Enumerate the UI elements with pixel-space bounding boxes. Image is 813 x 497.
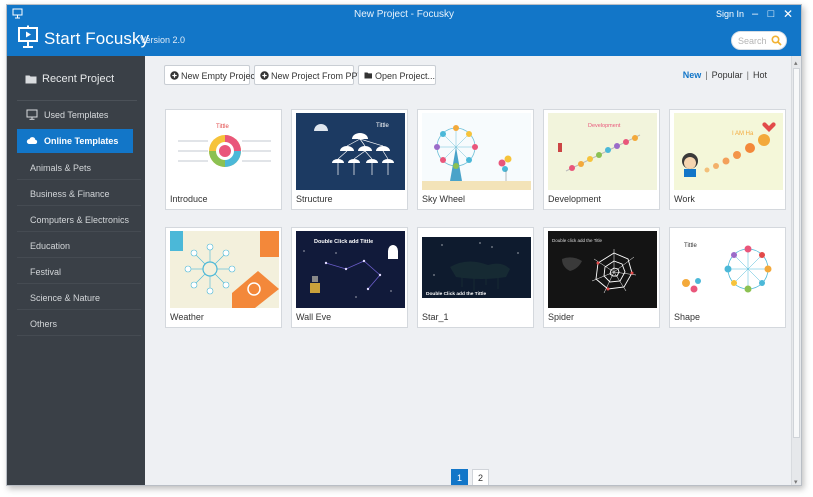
category-label: Education: [30, 241, 71, 251]
template-card-star-1[interactable]: Double Click add the Tittle Star_1: [417, 227, 534, 328]
page-button-2[interactable]: 2: [472, 469, 489, 485]
template-card-sky-wheel[interactable]: Sky Wheel: [417, 109, 534, 210]
search-input[interactable]: [738, 34, 770, 48]
thumb-title: Double click add the Title: [552, 238, 603, 243]
template-card-weather[interactable]: Weather: [165, 227, 282, 328]
close-button[interactable]: ✕: [781, 7, 795, 21]
sign-in-link[interactable]: Sign In: [716, 9, 744, 19]
category-item-others[interactable]: Others: [17, 310, 141, 336]
folder-icon: [25, 75, 37, 84]
category-item-computers-electronics[interactable]: Computers & Electronics: [17, 206, 141, 232]
category-item-science-nature[interactable]: Science & Nature: [17, 284, 141, 310]
open-project-button[interactable]: Open Project...: [358, 65, 436, 85]
open-folder-icon: [364, 72, 372, 79]
template-thumbnail: Tittle: [170, 113, 279, 190]
category-label: Festival: [30, 267, 62, 277]
main-content: New Empty Project New Project From PPT O…: [145, 56, 793, 485]
maximize-button[interactable]: □: [764, 7, 778, 21]
category-label: Others: [30, 319, 58, 329]
focusky-window: New Project - Focusky Sign In – □ ✕ Star…: [6, 4, 802, 486]
filter-separator: |: [705, 70, 708, 80]
thumb-title: Tittle: [216, 124, 229, 130]
monitor-icon: [26, 109, 38, 120]
template-thumbnail: I AM Ha: [674, 113, 783, 190]
search-icon[interactable]: [771, 35, 782, 46]
template-name: Spider: [548, 312, 575, 322]
template-thumbnail: Double click add the Title: [548, 231, 657, 308]
plus-circle-icon: [170, 71, 179, 80]
template-card-wall-eve[interactable]: Double Click add Tittle Wall Eve: [291, 227, 408, 328]
filter-popular[interactable]: Popular: [712, 70, 743, 80]
template-card-shape[interactable]: Tittle Shape: [669, 227, 786, 328]
template-card-work[interactable]: I AM Ha Work: [669, 109, 786, 210]
template-name: Wall Eve: [296, 312, 332, 322]
category-label: Science & Nature: [30, 293, 101, 303]
category-item-business-finance[interactable]: Business & Finance: [17, 180, 141, 206]
template-card-introduce[interactable]: Tittle Introduce: [165, 109, 282, 210]
template-name: Introduce: [170, 194, 208, 204]
new-project-from-ppt-button[interactable]: New Project From PPT: [254, 65, 363, 85]
header-bar: New Project - Focusky Sign In – □ ✕ Star…: [7, 5, 801, 56]
sidebar: Recent Project Used Templates Online Tem…: [7, 56, 145, 485]
minimize-button[interactable]: –: [748, 7, 762, 21]
sidebar-item-used-templates[interactable]: Used Templates: [17, 103, 133, 127]
new-empty-project-button[interactable]: New Empty Project: [164, 65, 258, 85]
sidebar-divider: [17, 100, 137, 101]
template-thumbnail: [422, 113, 531, 190]
category-label: Computers & Electronics: [30, 215, 130, 225]
sort-filter: New | Popular | Hot: [683, 70, 767, 80]
template-thumbnail: Tittle: [674, 231, 783, 308]
vertical-scrollbar[interactable]: ▴ ▾: [791, 56, 801, 485]
search-box: [731, 31, 787, 50]
template-card-spider[interactable]: Double click add the Title Spider: [543, 227, 660, 328]
category-item-animals-pets[interactable]: Animals & Pets: [17, 154, 141, 180]
button-label: Open Project...: [375, 71, 436, 81]
template-name: Work: [674, 194, 695, 204]
template-name: Structure: [296, 194, 333, 204]
filter-hot[interactable]: Hot: [753, 70, 767, 80]
page-button-1[interactable]: 1: [451, 469, 468, 485]
template-name: Shape: [674, 312, 701, 322]
sidebar-item-online-templates[interactable]: Online Templates: [17, 129, 133, 153]
template-name: Development: [548, 194, 602, 204]
template-name: Weather: [170, 312, 204, 322]
button-label: New Project From PPT: [271, 71, 364, 81]
filter-separator: |: [746, 70, 749, 80]
template-thumbnail: Development: [548, 113, 657, 190]
thumb-title: Tittle: [376, 123, 389, 129]
category-item-education[interactable]: Education: [17, 232, 141, 258]
cloud-icon: [26, 137, 38, 144]
thumb-title: Tittle: [684, 243, 697, 249]
template-thumbnail: Tittle: [296, 113, 405, 190]
template-thumbnail: [170, 231, 279, 308]
template-thumbnail: Double Click add Tittle: [296, 231, 405, 308]
thumb-title: I AM Ha: [732, 131, 754, 137]
thumb-title: Double Click add the Tittle: [426, 291, 486, 297]
template-card-structure[interactable]: Tittle Structure: [291, 109, 408, 210]
scroll-down-arrow-icon[interactable]: ▾: [794, 478, 800, 485]
sidebar-item-label: Used Templates: [44, 110, 109, 120]
template-thumbnail: Double Click add the Tittle: [422, 231, 531, 308]
presentation-board-icon: [18, 25, 38, 48]
template-card-development[interactable]: Development Development: [543, 109, 660, 210]
brand-name: Start Focusky: [44, 29, 150, 48]
window-title: New Project - Focusky: [353, 9, 455, 20]
thumb-title: Double Click add Tittle: [314, 239, 373, 245]
plus-circle-icon: [260, 71, 269, 80]
filter-new[interactable]: New: [683, 70, 702, 80]
recent-project-item[interactable]: Recent Project: [7, 66, 145, 92]
category-label: Animals & Pets: [30, 163, 92, 173]
scroll-up-arrow-icon[interactable]: ▴: [794, 59, 800, 67]
button-label: New Empty Project: [181, 71, 258, 81]
category-label: Business & Finance: [30, 189, 110, 199]
category-item-festival[interactable]: Festival: [17, 258, 141, 284]
title-bar: New Project - Focusky Sign In – □ ✕: [7, 5, 801, 23]
template-name: Sky Wheel: [422, 194, 466, 204]
sidebar-item-label: Online Templates: [44, 136, 119, 146]
thumb-title: Development: [588, 123, 621, 129]
recent-project-label: Recent Project: [42, 73, 115, 85]
template-name: Star_1: [422, 312, 449, 322]
scrollbar-thumb[interactable]: [793, 68, 800, 438]
brand-version: Version 2.0: [140, 35, 186, 45]
